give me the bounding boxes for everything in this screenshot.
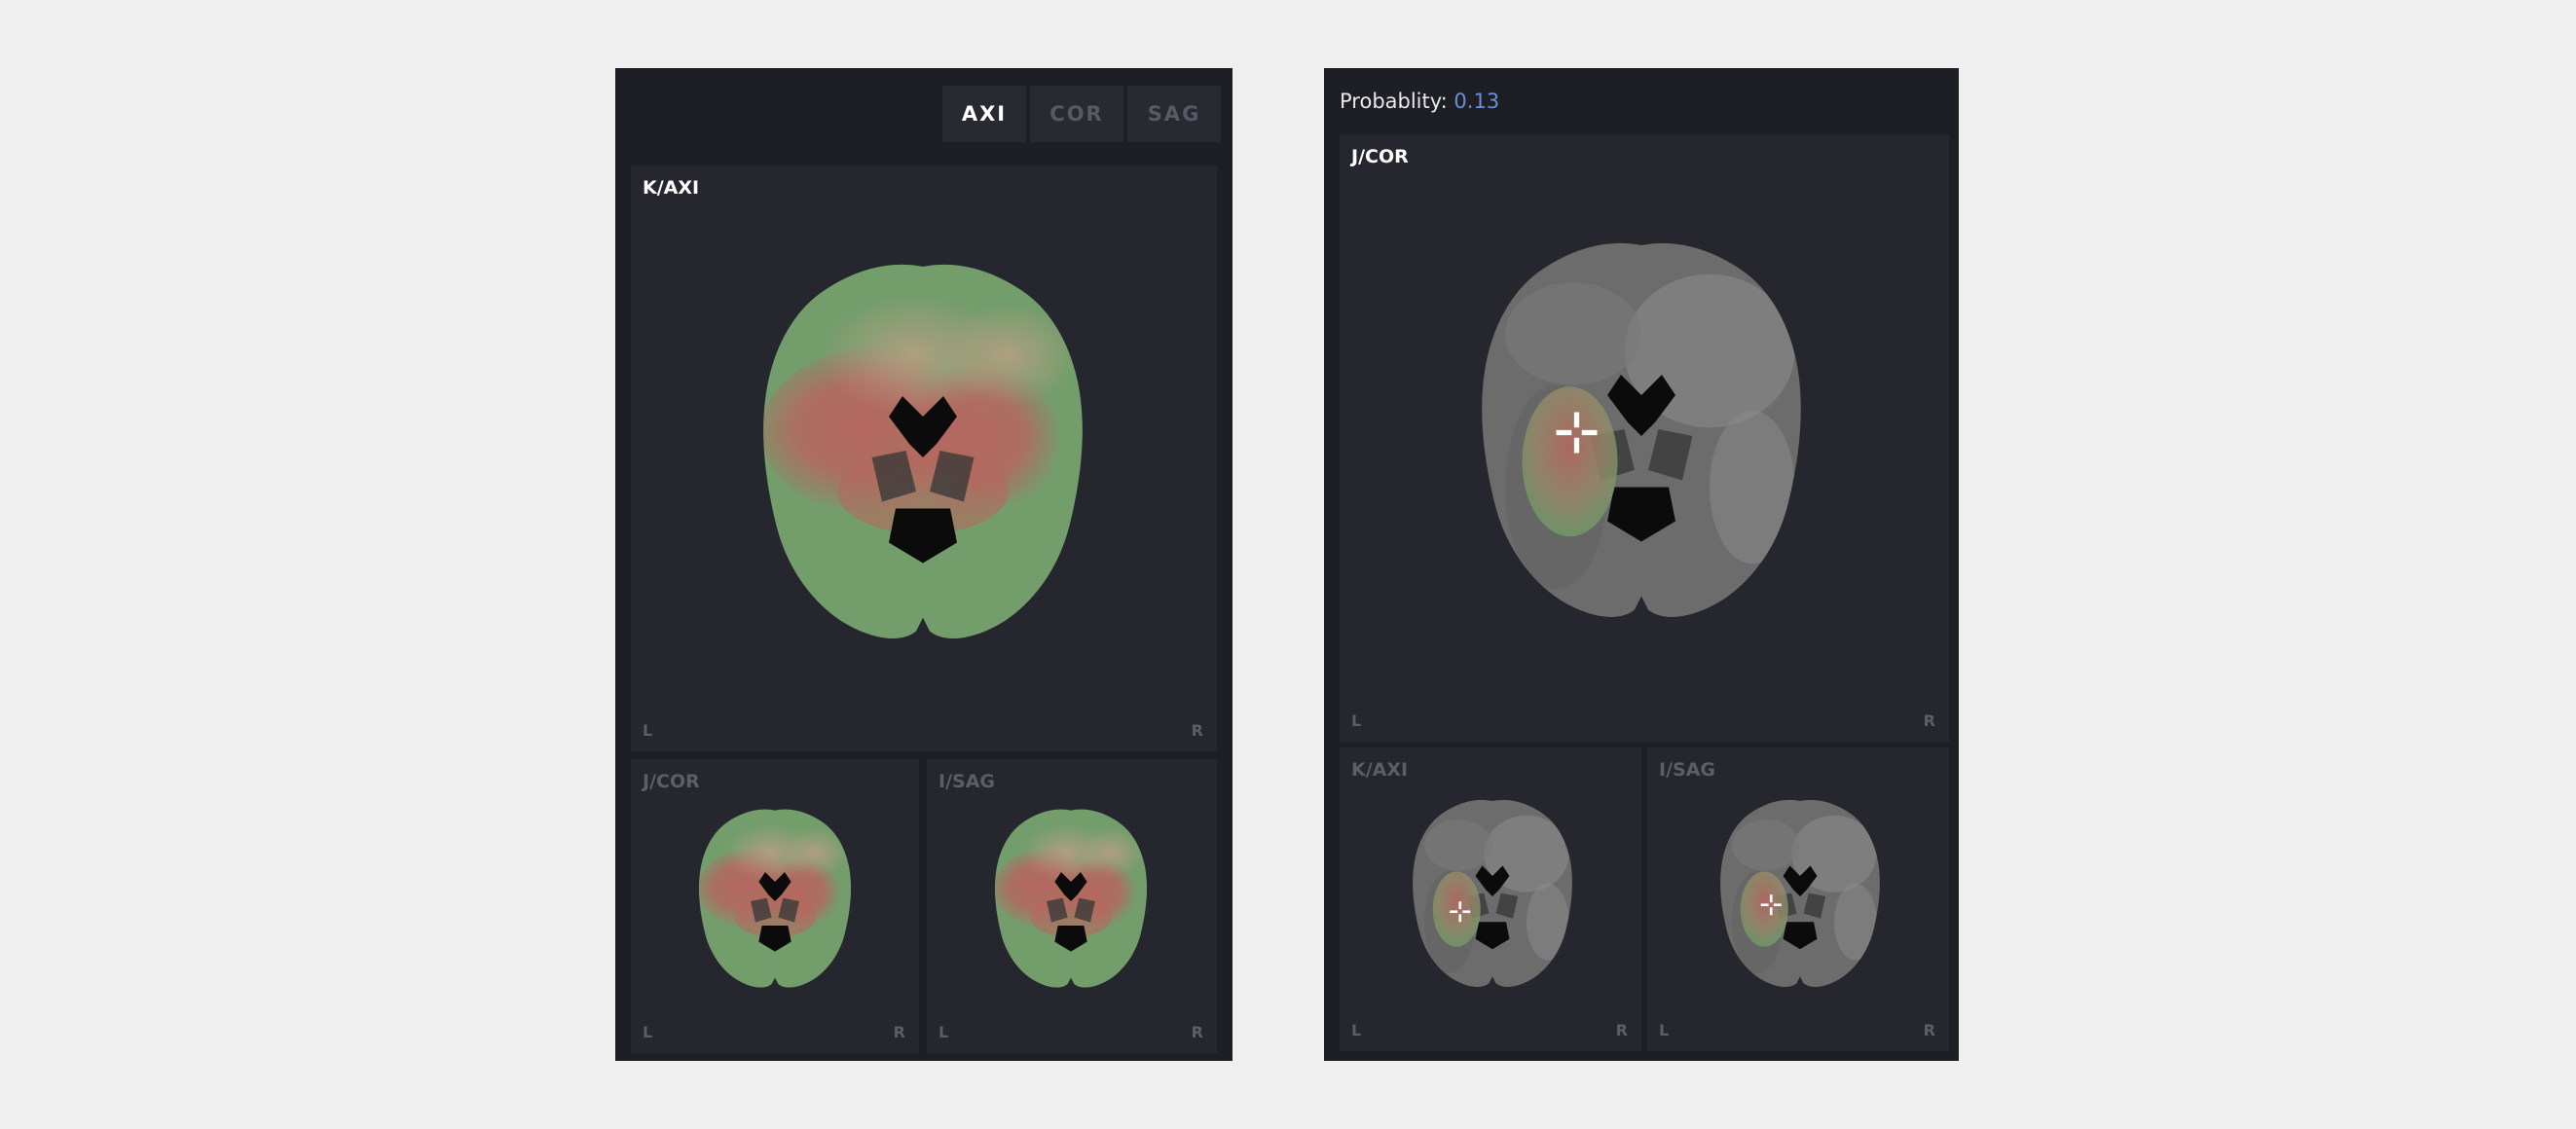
tab-cor[interactable]: COR (1030, 86, 1123, 142)
left-marker: L (1351, 1021, 1362, 1039)
view-tabs: AXI COR SAG (942, 86, 1221, 142)
view-label: I/SAG (938, 771, 995, 792)
brain-gray-image (1437, 232, 1846, 640)
brain-heatmap-image (974, 804, 1168, 999)
right-marker: R (1191, 1023, 1203, 1041)
main-view-coronal[interactable]: J/COR L R (1340, 134, 1949, 742)
main-view-axial[interactable]: K/AXI L R (631, 165, 1217, 751)
probability-value: 0.13 (1454, 90, 1500, 113)
left-marker: L (1351, 711, 1362, 730)
probability-readout: Probablity: 0.13 (1340, 90, 1499, 113)
view-label: I/SAG (1659, 759, 1715, 781)
tab-axi[interactable]: AXI (942, 86, 1026, 142)
right-marker: R (1191, 721, 1203, 740)
left-marker: L (938, 1023, 949, 1041)
right-viewer-panel: Probablity: 0.13 J/COR L R K/AXI L R I/S… (1324, 68, 1959, 1061)
sub-view-axial[interactable]: K/AXI L R (1340, 747, 1641, 1051)
brain-gray-image (1390, 794, 1595, 999)
left-marker: L (643, 721, 653, 740)
left-marker: L (643, 1023, 653, 1041)
view-label: J/COR (643, 771, 700, 792)
left-marker: L (1659, 1021, 1670, 1039)
right-marker: R (1923, 711, 1935, 730)
view-label: J/COR (1351, 146, 1409, 167)
right-marker: R (1923, 1021, 1935, 1039)
left-viewer-panel: AXI COR SAG K/AXI L R J/COR L R I/SAG L … (615, 68, 1233, 1061)
probability-label: Probablity: (1340, 90, 1448, 113)
tab-sag[interactable]: SAG (1127, 86, 1221, 142)
right-marker: R (893, 1023, 905, 1041)
sub-view-sagittal[interactable]: I/SAG L R (1647, 747, 1949, 1051)
view-label: K/AXI (1351, 759, 1409, 781)
sub-view-sagittal[interactable]: I/SAG L R (927, 759, 1217, 1053)
brain-heatmap-image (678, 804, 872, 999)
brain-heatmap-image (728, 253, 1118, 662)
sub-view-coronal[interactable]: J/COR L R (631, 759, 919, 1053)
right-marker: R (1615, 1021, 1628, 1039)
view-label: K/AXI (643, 177, 700, 199)
brain-gray-image (1698, 794, 1902, 999)
